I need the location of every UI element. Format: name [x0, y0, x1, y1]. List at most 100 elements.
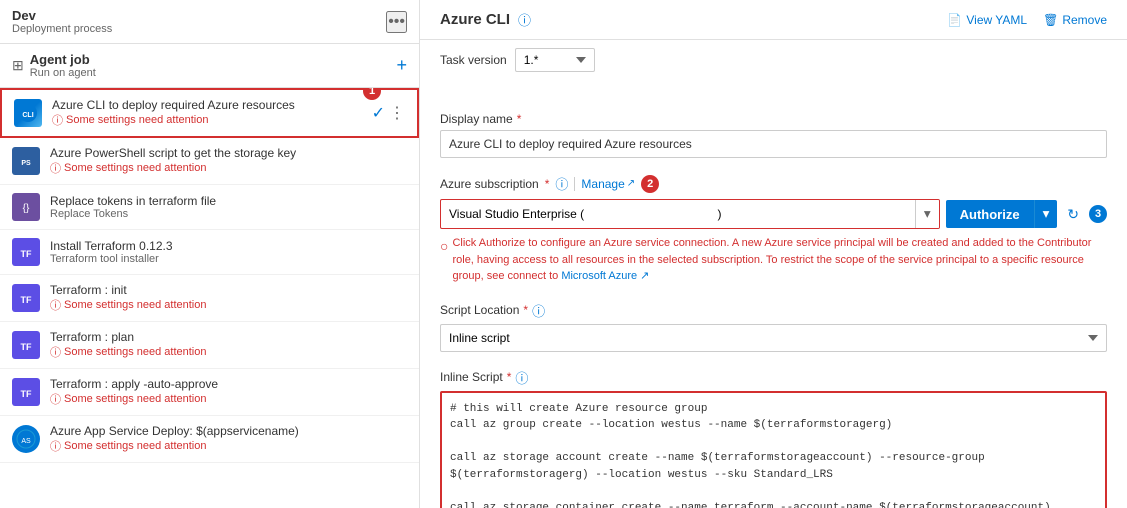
powershell-icon-shape: PS [12, 147, 40, 175]
inline-script-textarea[interactable]: # this will create Azure resource group … [440, 391, 1107, 508]
right-panel: Azure CLI ⓘ 📄 View YAML 🗑 Remove Task ve… [420, 0, 1127, 508]
dev-subtitle: Deployment process [12, 23, 112, 35]
svg-text:TF: TF [21, 295, 32, 305]
azure-cli-icon-shape: CLI [14, 99, 42, 127]
manage-label: Manage [581, 177, 624, 191]
task-item-2[interactable]: PS Azure PowerShell script to get the st… [0, 138, 419, 185]
manage-link[interactable]: Manage ↗ [581, 177, 635, 191]
badge-3: 3 [1089, 205, 1107, 223]
task-1-more-icon[interactable]: ⋮ [389, 103, 405, 123]
task-1-warning: ⓘ Some settings need attention [52, 112, 362, 128]
script-location-label-text: Script Location [440, 303, 519, 317]
authorize-group: Authorize ▾ [946, 200, 1058, 228]
task-8-info: Azure App Service Deploy: $(appservicena… [50, 424, 407, 454]
terraform-icon-shape: TF [12, 238, 40, 266]
terraform-init-icon-shape: TF [12, 284, 40, 312]
display-name-label: Display name * [440, 112, 1107, 126]
inline-script-required: * [507, 370, 512, 384]
label-divider [574, 177, 575, 191]
header-actions: 📄 View YAML 🗑 Remove [947, 13, 1107, 27]
task-3-info: Replace tokens in terraform file Replace… [50, 194, 407, 220]
svg-text:{}: {} [23, 203, 30, 214]
terraform-install-icon: TF [12, 238, 40, 266]
script-location-row: Script Location * ⓘ Inline script Script… [440, 301, 1107, 352]
task-1-name: Azure CLI to deploy required Azure resou… [52, 98, 362, 112]
right-title-row: Azure CLI ⓘ [440, 10, 531, 29]
warning-icon-1: ⓘ [52, 112, 63, 128]
task-version-row: Task version 1.* 2.* [420, 40, 1127, 80]
task-5-name: Terraform : init [50, 283, 407, 297]
external-link-icon: ↗ [627, 178, 635, 189]
subscription-controls: ▾ Authorize ▾ ↻ 3 [440, 199, 1107, 229]
subscription-input[interactable] [441, 201, 915, 227]
task-item-5[interactable]: TF Terraform : init ⓘ Some settings need… [0, 275, 419, 322]
display-name-row: Display name * [440, 112, 1107, 158]
warning-text-2: Some settings need attention [64, 162, 206, 174]
add-task-button[interactable]: + [396, 55, 407, 76]
authorize-dropdown-button[interactable]: ▾ [1034, 200, 1058, 228]
warning-icon-8: ⓘ [50, 438, 61, 454]
task-7-name: Terraform : apply -auto-approve [50, 377, 407, 391]
svg-text:AS: AS [21, 438, 31, 445]
task-4-info: Install Terraform 0.12.3 Terraform tool … [50, 239, 407, 265]
right-content: Display name * Azure subscription * ⓘ Ma… [420, 96, 1127, 508]
powershell-icon: PS [12, 147, 40, 175]
view-yaml-link[interactable]: 📄 View YAML [947, 13, 1027, 27]
view-yaml-label: View YAML [966, 13, 1027, 27]
svg-text:TF: TF [21, 249, 32, 259]
agent-job-left: ⊞ Agent job Run on agent [12, 52, 96, 79]
left-panel: Dev Deployment process ••• ⊞ Agent job R… [0, 0, 420, 508]
agent-job-title: Agent job [30, 52, 96, 67]
task-1-info: Azure CLI to deploy required Azure resou… [52, 98, 362, 128]
display-name-required: * [517, 112, 522, 126]
warning-text-1: Some settings need attention [66, 114, 208, 126]
task-7-info: Terraform : apply -auto-approve ⓘ Some s… [50, 377, 407, 407]
task-item-8[interactable]: AS Azure App Service Deploy: $(appservic… [0, 416, 419, 463]
subscription-dropdown-button[interactable]: ▾ [915, 200, 939, 228]
warning-text-6: Some settings need attention [64, 346, 206, 358]
circle-dot-icon: ○ [440, 236, 448, 257]
inline-script-info-icon[interactable]: ⓘ [515, 368, 528, 387]
script-location-select[interactable]: Inline script Script path [440, 324, 1107, 352]
agent-job-bar: ⊞ Agent job Run on agent + [0, 44, 419, 88]
task-2-info: Azure PowerShell script to get the stora… [50, 146, 407, 176]
right-header: Azure CLI ⓘ 📄 View YAML 🗑 Remove [420, 0, 1127, 40]
task-item-6[interactable]: TF Terraform : plan ⓘ Some settings need… [0, 322, 419, 369]
terraform-plan-icon-shape: TF [12, 331, 40, 359]
token-icon-shape: {} [12, 193, 40, 221]
subscription-info-icon[interactable]: ⓘ [555, 174, 568, 193]
task-8-name: Azure App Service Deploy: $(appservicena… [50, 424, 407, 438]
task-7-warning: ⓘ Some settings need attention [50, 391, 407, 407]
task-3-name: Replace tokens in terraform file [50, 194, 407, 208]
script-location-info-icon[interactable]: ⓘ [532, 301, 545, 320]
agent-job-info: Agent job Run on agent [30, 52, 96, 79]
azure-subscription-row: Azure subscription * ⓘ Manage ↗ 2 ▾ Auth… [440, 174, 1107, 285]
task-item-1[interactable]: CLI Azure CLI to deploy required Azure r… [0, 88, 419, 138]
grid-icon: ⊞ [12, 57, 24, 74]
inline-script-label-text: Inline Script [440, 370, 503, 384]
task-item-3[interactable]: {} Replace tokens in terraform file Repl… [0, 185, 419, 230]
token-icon: {} [12, 193, 40, 221]
title-info-icon[interactable]: ⓘ [518, 10, 531, 29]
task-item-7[interactable]: TF Terraform : apply -auto-approve ⓘ Som… [0, 369, 419, 416]
task-version-select[interactable]: 1.* 2.* [515, 48, 595, 72]
warning-icon-6: ⓘ [50, 344, 61, 360]
refresh-button[interactable]: ↻ [1063, 202, 1083, 227]
authorize-button[interactable]: Authorize [946, 200, 1034, 228]
tasks-list: CLI Azure CLI to deploy required Azure r… [0, 88, 419, 508]
task-4-name: Install Terraform 0.12.3 [50, 239, 407, 253]
task-1-actions: ✓ ⋮ [372, 103, 405, 123]
remove-link[interactable]: 🗑 Remove [1043, 13, 1107, 27]
display-name-input[interactable] [440, 130, 1107, 158]
badge-1: 1 [363, 88, 381, 100]
dev-more-button[interactable]: ••• [386, 11, 407, 33]
svg-text:CLI: CLI [22, 112, 33, 119]
warning-text-5: Some settings need attention [64, 299, 206, 311]
inline-script-row: Inline Script * ⓘ # this will create Azu… [440, 368, 1107, 508]
svg-text:TF: TF [21, 342, 32, 352]
microsoft-azure-link[interactable]: Microsoft Azure ↗ [561, 270, 649, 282]
dev-header: Dev Deployment process ••• [0, 0, 419, 44]
terraform-init-icon: TF [12, 284, 40, 312]
remove-label: Remove [1062, 13, 1107, 27]
task-item-4[interactable]: TF Install Terraform 0.12.3 Terraform to… [0, 230, 419, 275]
